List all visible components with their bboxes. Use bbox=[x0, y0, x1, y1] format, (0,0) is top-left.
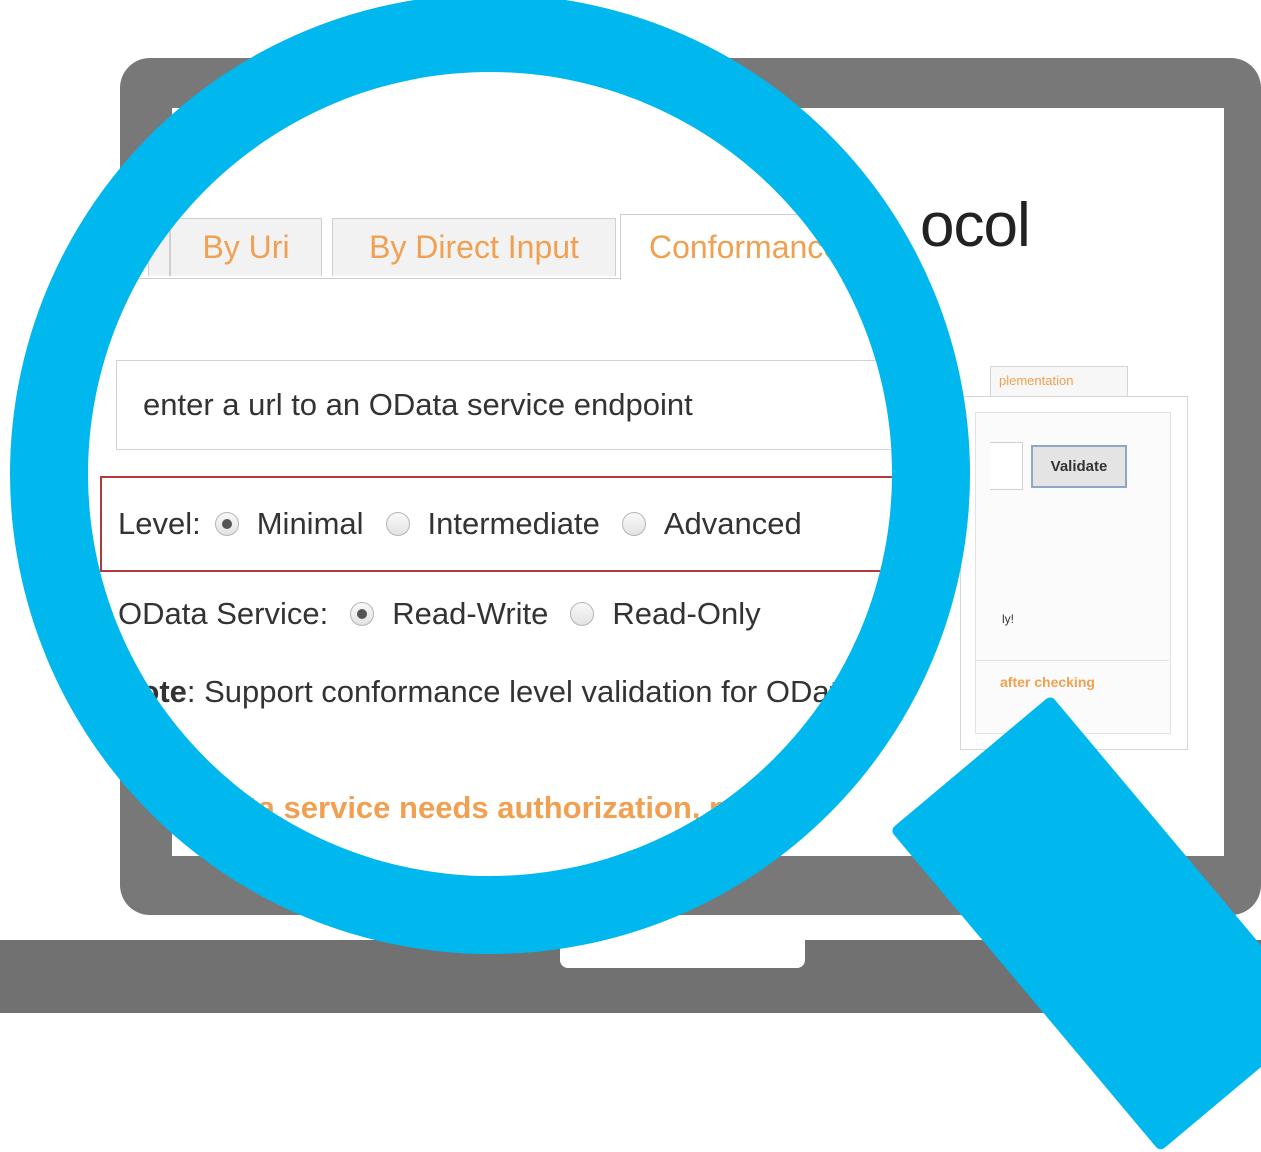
active-tab-gap bbox=[621, 277, 879, 280]
note-text: Note: Support conformance level validati… bbox=[118, 674, 838, 710]
level-intermediate-label[interactable]: Intermediate bbox=[428, 506, 600, 542]
page-title-fragment: ocol bbox=[920, 191, 1031, 260]
level-advanced-radio[interactable] bbox=[621, 512, 646, 536]
magnifier-lens: By Uri By Direct Input Conformance Level… bbox=[88, 72, 892, 876]
level-minimal-radio[interactable] bbox=[214, 512, 239, 536]
authorization-checkbox[interactable] bbox=[256, 843, 283, 869]
level-row: Level: Minimal Intermediate Advanced bbox=[118, 502, 802, 546]
level-advanced-label[interactable]: Advanced bbox=[664, 506, 802, 542]
background-url-input[interactable] bbox=[990, 442, 1023, 490]
tab-implementation-fragment[interactable]: plementation bbox=[990, 366, 1128, 396]
level-label: Level: bbox=[118, 506, 201, 541]
validate-button[interactable]: Validate bbox=[1031, 445, 1127, 488]
tab-conformance[interactable]: Conformance bbox=[620, 214, 880, 280]
read-write-label[interactable]: Read-Write bbox=[392, 596, 548, 632]
authorization-message: ur OData service needs authorization, pl… bbox=[144, 784, 737, 876]
level-intermediate-radio[interactable] bbox=[385, 512, 410, 536]
read-only-label[interactable]: Read-Only bbox=[612, 596, 760, 632]
tab-by-uri[interactable]: By Uri bbox=[170, 218, 322, 276]
divider bbox=[975, 660, 1169, 661]
authorization-line-1: ur OData service needs authorization, pl bbox=[144, 790, 737, 825]
odata-service-row: OData Service: Read-Write Read-Only bbox=[118, 592, 761, 636]
tab-partial[interactable] bbox=[148, 218, 170, 276]
tab-by-direct-input[interactable]: By Direct Input bbox=[332, 218, 616, 276]
laptop-base-notch bbox=[560, 940, 805, 968]
read-write-radio[interactable] bbox=[350, 602, 375, 626]
text-fragment-orange: after checking bbox=[1000, 674, 1095, 690]
read-only-radio[interactable] bbox=[570, 602, 595, 626]
note-label: Note bbox=[118, 674, 187, 709]
level-minimal-label[interactable]: Minimal bbox=[257, 506, 364, 542]
text-fragment: ly! bbox=[1002, 612, 1014, 626]
note-body: : Support conformance level validation f… bbox=[186, 674, 839, 709]
odata-url-input[interactable] bbox=[116, 360, 892, 450]
authorization-line-2: ckbox. bbox=[144, 838, 243, 873]
odata-service-label: OData Service: bbox=[118, 596, 329, 631]
